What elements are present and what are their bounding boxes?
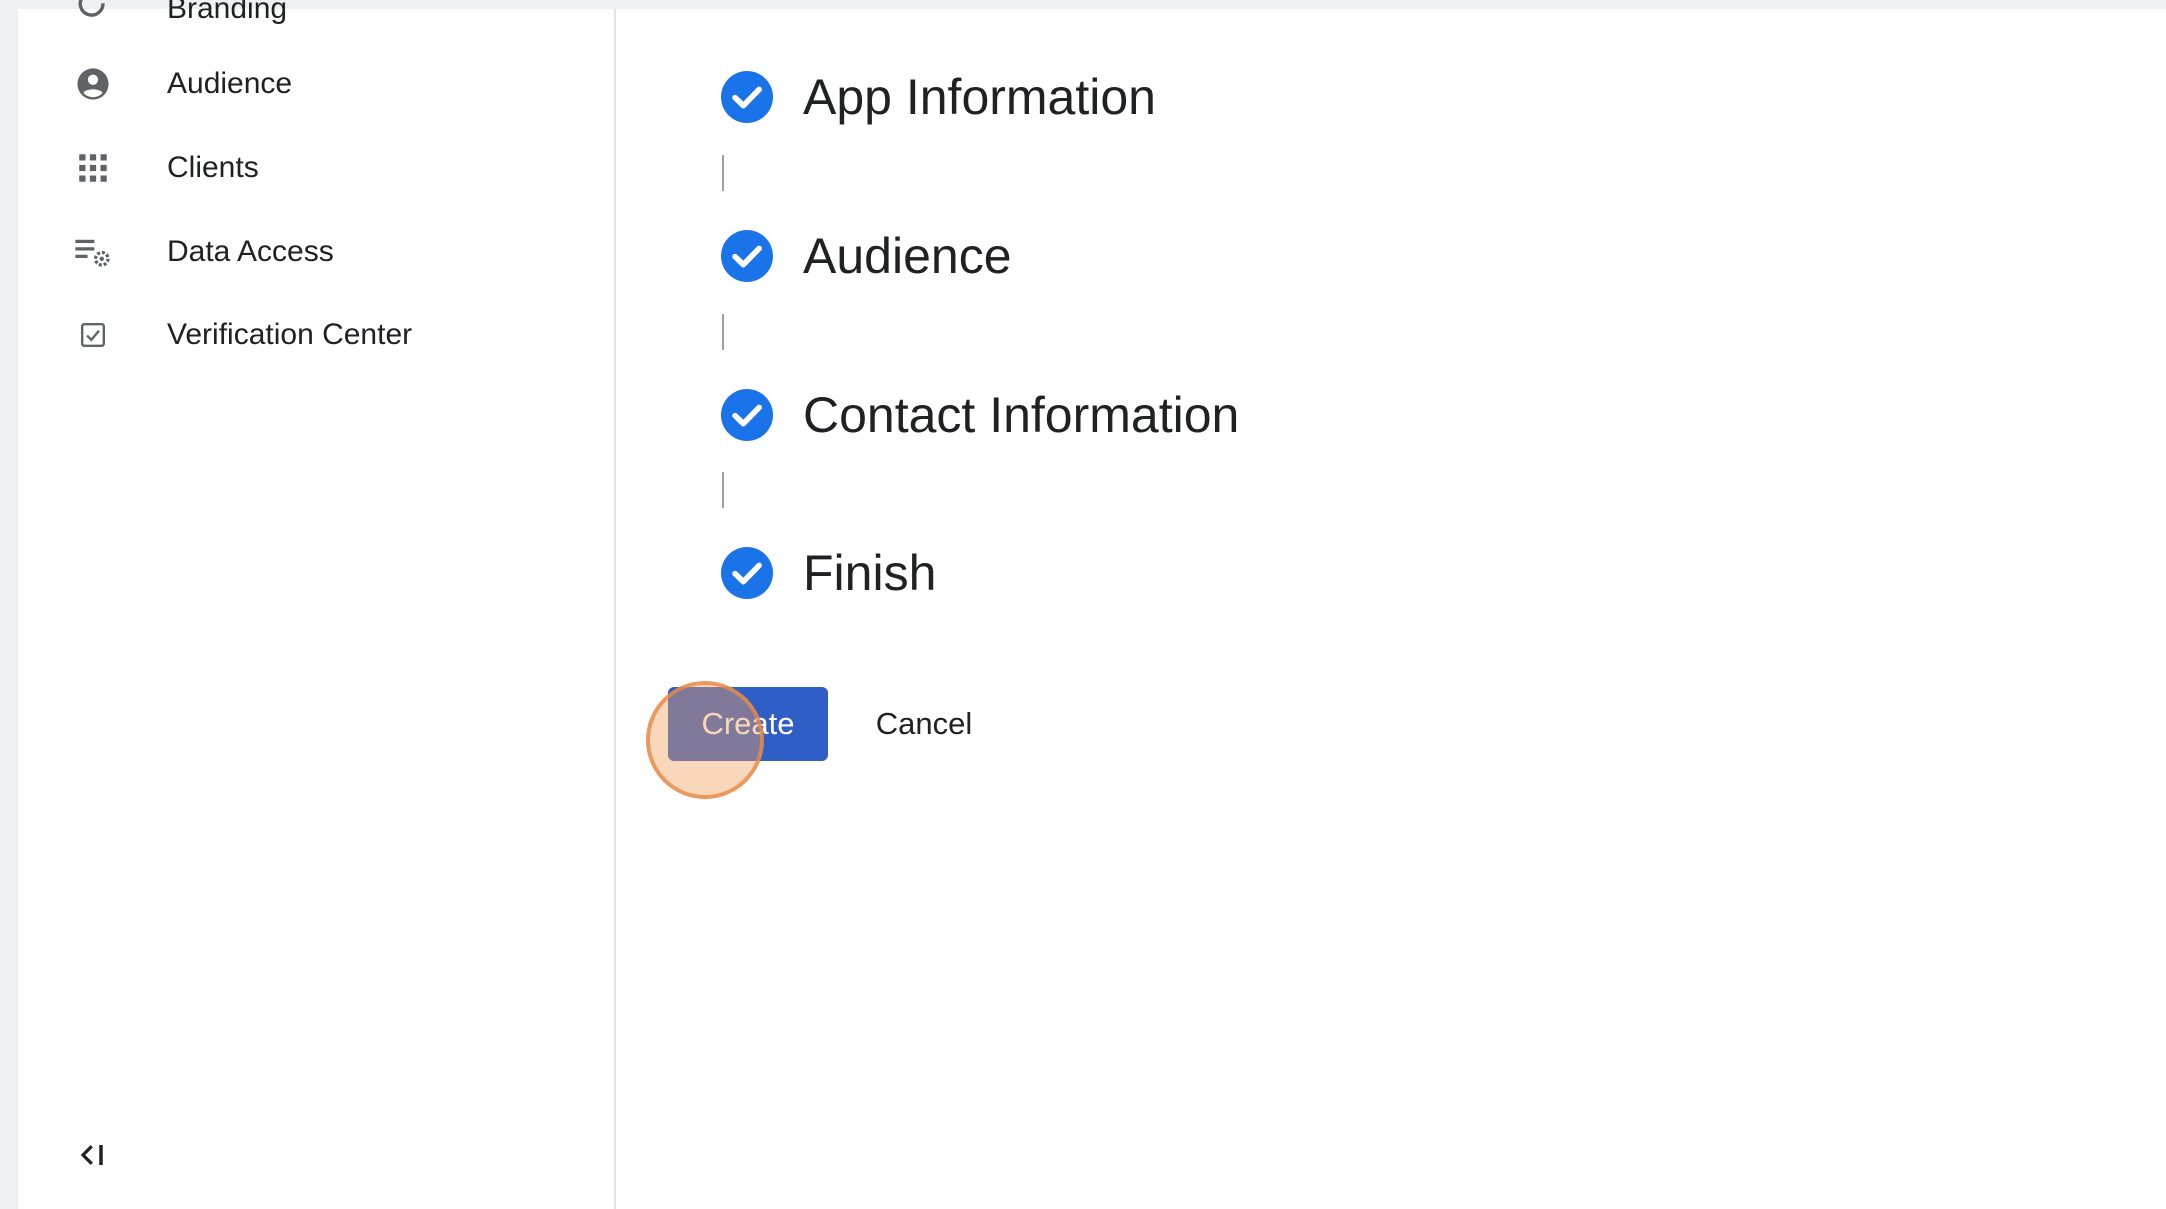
- check-circle-icon: [721, 547, 773, 599]
- sidebar-item-label: Branding: [167, 0, 288, 25]
- step-contact-information: Contact Information: [721, 385, 1239, 445]
- step-label: Contact Information: [803, 387, 1240, 443]
- checkbox-icon: [73, 315, 113, 355]
- sidebar-item-clients[interactable]: Clients: [18, 136, 614, 200]
- check-circle-icon: [721, 71, 773, 123]
- step-label: Finish: [803, 545, 937, 601]
- step-connector: [722, 314, 724, 350]
- collapse-sidebar-button[interactable]: [73, 1137, 113, 1177]
- step-connector: [722, 155, 724, 191]
- sidebar-item-branding[interactable]: Branding: [18, 0, 614, 41]
- check-circle-icon: [721, 230, 773, 282]
- sidebar-item-label: Data Access: [167, 235, 334, 268]
- create-button[interactable]: Create: [668, 687, 828, 761]
- step-audience: Audience: [721, 226, 1012, 286]
- sidebar: Branding Audience Clients Data Access Ve…: [18, 0, 616, 1209]
- branding-icon: [73, 0, 113, 29]
- sidebar-item-data-access[interactable]: Data Access: [18, 220, 614, 284]
- step-app-information: App Information: [721, 67, 1156, 127]
- apps-grid-icon: [73, 148, 113, 188]
- data-settings-icon: [73, 232, 113, 272]
- check-circle-icon: [721, 389, 773, 441]
- step-label: App Information: [803, 69, 1156, 125]
- sidebar-item-label: Audience: [167, 67, 293, 100]
- sidebar-item-audience[interactable]: Audience: [18, 52, 614, 116]
- step-finish: Finish: [721, 543, 936, 603]
- sidebar-item-label: Clients: [167, 151, 259, 184]
- app-frame: Branding Audience Clients Data Access Ve…: [18, 0, 2166, 1209]
- sidebar-item-label: Verification Center: [167, 318, 413, 351]
- account-circle-icon: [73, 64, 113, 104]
- step-label: Audience: [803, 228, 1012, 284]
- step-connector: [722, 472, 724, 508]
- cancel-button[interactable]: Cancel: [862, 687, 986, 761]
- collapse-sidebar-icon: [78, 1140, 108, 1175]
- sidebar-item-verification-center[interactable]: Verification Center: [18, 303, 614, 367]
- main-content: App Information Audience Contact Informa…: [616, 9, 2166, 1209]
